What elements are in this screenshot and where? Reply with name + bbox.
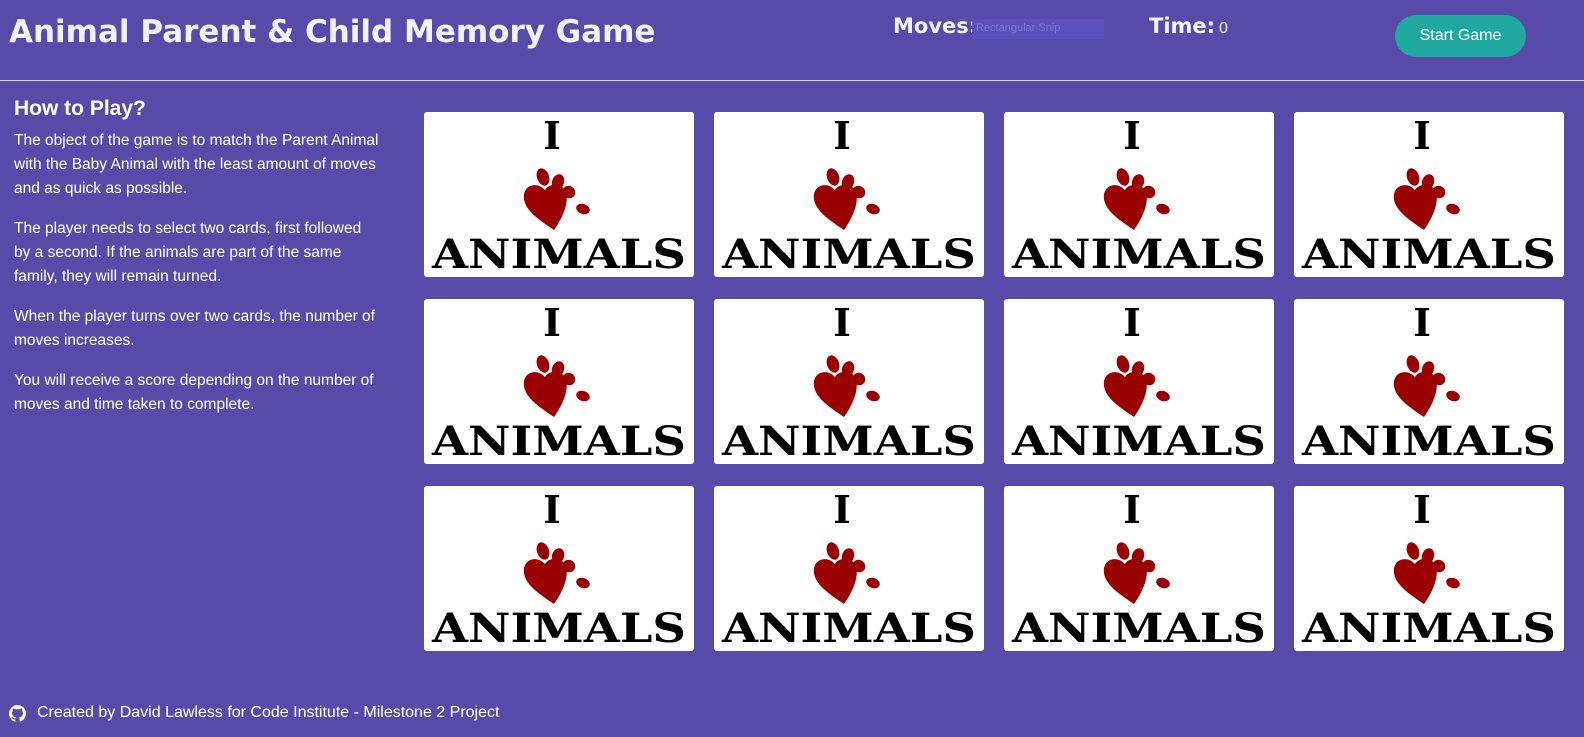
card-back-bottom-text: ANIMALS [1011,418,1266,464]
card-back-top-text: I [833,300,851,345]
time-label: Time: [1149,14,1216,38]
paw-heart-icon [523,168,590,230]
paw-heart-icon [1103,542,1170,604]
memory-card[interactable]: I ANIMALS [1004,299,1274,464]
paw-heart-icon [1393,168,1460,230]
card-back-bottom-text: ANIMALS [721,418,976,464]
paw-heart-icon [1393,355,1460,417]
card-back-art: I ANIMALS [431,113,686,277]
card-back-top-text: I [833,113,851,158]
card-back-bottom-text: ANIMALS [1301,418,1556,464]
memory-card[interactable]: I ANIMALS [714,486,984,651]
instructions-paragraph: The player needs to select two cards, fi… [14,220,362,285]
moves-label: Moves: [893,14,978,38]
memory-card[interactable]: I ANIMALS [714,299,984,464]
snip-overlay-label: Rectangular Snip [972,19,1104,39]
card-back-art: I ANIMALS [1011,300,1266,464]
instructions-heading: How to Play? [14,97,146,120]
card-back-art: I ANIMALS [1011,113,1266,277]
paw-heart-icon [813,542,880,604]
card-back-art: I ANIMALS [431,300,686,464]
instructions-panel: How to Play? The object of the game is t… [14,97,379,433]
card-back-bottom-text: ANIMALS [1011,605,1266,651]
github-icon[interactable] [9,704,26,722]
memory-card[interactable]: I ANIMALS [424,112,694,277]
card-back-art: I ANIMALS [721,300,976,464]
card-back-bottom-text: ANIMALS [721,605,976,651]
card-back-art: I ANIMALS [1301,113,1556,277]
footer: Created by David Lawless for Code Instit… [9,702,499,724]
card-back-bottom-text: ANIMALS [431,418,686,464]
memory-card[interactable]: I ANIMALS [1294,112,1564,277]
card-back-bottom-text: ANIMALS [431,231,686,277]
instructions-paragraph: You will receive a score depending on th… [14,372,374,413]
card-back-top-text: I [543,113,561,158]
card-back-bottom-text: ANIMALS [721,231,976,277]
footer-credit: Created by David Lawless for Code Instit… [37,704,500,721]
memory-card[interactable]: I ANIMALS [424,486,694,651]
time-value: 0 [1219,20,1228,37]
memory-card[interactable]: I ANIMALS [714,112,984,277]
card-back-bottom-text: ANIMALS [1011,231,1266,277]
instructions-paragraph: The object of the game is to match the P… [14,132,379,197]
card-back-bottom-text: ANIMALS [431,605,686,651]
paw-heart-icon [813,168,880,230]
memory-card[interactable]: I ANIMALS [1294,299,1564,464]
paw-heart-icon [523,355,590,417]
card-back-bottom-text: ANIMALS [1301,605,1556,651]
memory-card[interactable]: I ANIMALS [1004,486,1274,651]
paw-heart-icon [813,355,880,417]
start-game-button[interactable]: Start Game [1395,15,1526,57]
memory-card[interactable]: I ANIMALS [1004,112,1274,277]
memory-card[interactable]: I ANIMALS [1294,486,1564,651]
paw-heart-icon [523,542,590,604]
card-back-top-text: I [1413,113,1431,158]
card-back-top-text: I [1123,113,1141,158]
card-back-art: I ANIMALS [1011,487,1266,651]
card-back-art: I ANIMALS [721,487,976,651]
instructions-paragraph: When the player turns over two cards, th… [14,308,375,349]
card-back-top-text: I [833,487,851,532]
card-back-art: I ANIMALS [721,113,976,277]
card-board: I ANIMALS I ANIMALS I ANIMALS I ANIMALS I ANIMALS… [424,112,1564,651]
card-back-art: I ANIMALS [431,487,686,651]
card-back-top-text: I [1123,487,1141,532]
time-counter: Time: 0 [1149,14,1228,38]
card-back-top-text: I [1123,300,1141,345]
memory-card[interactable]: I ANIMALS [424,299,694,464]
card-back-top-text: I [1413,487,1431,532]
card-back-top-text: I [1413,300,1431,345]
card-back-bottom-text: ANIMALS [1301,231,1556,277]
paw-heart-icon [1103,355,1170,417]
card-back-top-text: I [543,487,561,532]
card-back-top-text: I [543,300,561,345]
header: Animal Parent & Child Memory Game Moves:… [0,0,1584,81]
game-title: Animal Parent & Child Memory Game [9,14,656,50]
paw-heart-icon [1103,168,1170,230]
card-back-art: I ANIMALS [1301,300,1556,464]
card-back-art: I ANIMALS [1301,487,1556,651]
paw-heart-icon [1393,542,1460,604]
